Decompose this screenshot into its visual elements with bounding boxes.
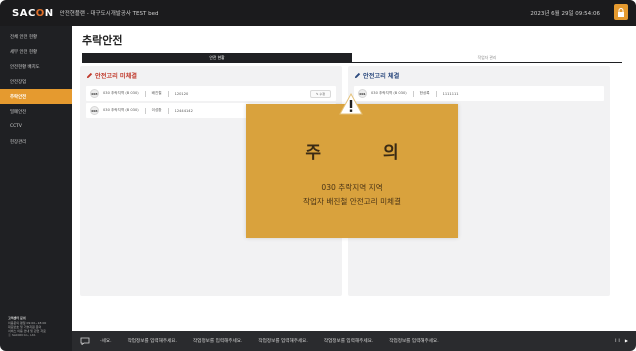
sidebar-item-overall-safety[interactable]: 전체 안전 현황	[0, 29, 72, 44]
site-title: 안전현플랜 - 대구도시개발공사 TEST bed	[59, 11, 159, 17]
ticker-message: 작업정보를 입력해주세요.	[127, 339, 177, 344]
warning-icon	[339, 92, 363, 115]
lock-button[interactable]	[614, 4, 628, 20]
ticker-bar: -세요. 작업정보를 입력해주세요. 작업정보를 입력해주세요. 작업정보를 입…	[72, 331, 636, 351]
worker-badge: 004	[90, 106, 99, 115]
zone-label: 030 추락지역 (B 030)	[371, 91, 407, 95]
sidebar-item-fall-safety[interactable]: 추락안전	[0, 89, 72, 104]
worker-id: 120120	[174, 91, 189, 96]
datetime: 2023년 6월 29일 09:54:06	[530, 11, 600, 17]
panel-header: 안전고리 미체결	[80, 66, 342, 84]
logo-text-end: N	[44, 7, 54, 19]
divider	[167, 90, 169, 97]
warning-title: 주 의	[305, 143, 427, 163]
divider	[167, 107, 169, 114]
footer-title: 고객센터 문의	[8, 316, 26, 320]
tab-worker-management[interactable]: 작업자 관리	[352, 53, 622, 63]
warning-popup[interactable]: 주 의 030 추락지역 지역 작업자 배진철 안전고리 미체결	[246, 92, 458, 238]
ticker-message: 작업정보를 입력해주세요.	[323, 339, 374, 344]
sidebar-item-cctv[interactable]: CCTV	[0, 119, 72, 134]
chat-icon	[80, 337, 90, 345]
pencil-icon	[86, 72, 93, 78]
worker-row[interactable]: 003 030 추락지역 (B 030) 배진철 120120 ✎ 수정	[86, 86, 336, 101]
page-title: 추락안전	[82, 34, 123, 47]
sidebar-item-confined-safety[interactable]: 밀폐안전	[0, 104, 72, 119]
panel-title: 안전고리 체결	[363, 72, 400, 80]
worker-name: 한상록	[419, 91, 430, 95]
lock-icon	[618, 7, 624, 17]
divider	[412, 90, 414, 97]
worker-name: 이성환	[151, 108, 162, 112]
warning-message: 작업자 배진철 안전고리 미체결	[302, 197, 402, 206]
sidebar-nav: 전체 안전 현황 세부 안전 현황 안전현황 배치도 안전장업 추락안전 밀폐안…	[0, 26, 72, 149]
zone-label: 030 추락지역 (B 030)	[103, 91, 139, 95]
edit-button[interactable]: ✎ 수정	[310, 89, 331, 98]
warning-zone: 030 추락지역 지역	[321, 183, 383, 192]
worker-row[interactable]: 001 030 추락지역 (B 030) 한상록 1111111	[354, 86, 604, 101]
divider	[144, 107, 146, 114]
tab-safety-status[interactable]: 안전 현황	[82, 53, 352, 63]
ticker-controls[interactable]: II ▶	[615, 338, 630, 343]
sidebar-item-layout[interactable]: 안전현황 배치도	[0, 59, 72, 74]
sidebar-footer: 고객센터 문의 이용문의 평일 09:00~18:00 대표번호 및 기술지원 …	[8, 316, 66, 337]
ticker-message: 작업정보를 입력해주세요.	[389, 339, 439, 344]
app-window: SACON 안전현플랜 - 대구도시개발공사 TEST bed 2023년 6월…	[0, 0, 636, 351]
divider	[144, 90, 146, 97]
ticker-message: -세요.	[100, 339, 112, 344]
sidebar: 전체 안전 현황 세부 안전 현황 안전현황 배치도 안전장업 추락안전 밀폐안…	[0, 26, 72, 351]
sacon-logo[interactable]: SACON	[12, 8, 54, 19]
tab-bar: 안전 현황 작업자 관리	[82, 53, 622, 63]
sidebar-item-site-management[interactable]: 현장관리	[0, 134, 72, 149]
footer-line: ⓒ SACON Co., Ltd.	[8, 333, 37, 337]
pencil-icon	[354, 72, 361, 78]
zone-label: 030 추락지역 (B 030)	[103, 108, 139, 112]
sidebar-item-safety-work[interactable]: 안전장업	[0, 74, 72, 89]
ticker-message: 작업정보를 입력해주세요.	[258, 339, 308, 344]
worker-badge: 003	[90, 89, 99, 98]
top-bar: SACON 안전현플랜 - 대구도시개발공사 TEST bed 2023년 6월…	[0, 0, 636, 26]
panel-title: 안전고리 미체결	[95, 72, 138, 80]
panel-header: 안전고리 체결	[348, 66, 610, 84]
edit-button-label: 수정	[319, 91, 325, 96]
logo-o: O	[35, 7, 45, 19]
ticker-message: 작업정보를 입력해주세요.	[193, 339, 243, 344]
worker-name: 배진철	[151, 91, 162, 95]
worker-id: 12444142	[174, 108, 193, 113]
divider	[435, 90, 437, 97]
worker-id: 1111111	[442, 91, 459, 96]
sidebar-item-detail-safety[interactable]: 세부 안전 현황	[0, 44, 72, 59]
logo-text: SAC	[12, 7, 36, 19]
